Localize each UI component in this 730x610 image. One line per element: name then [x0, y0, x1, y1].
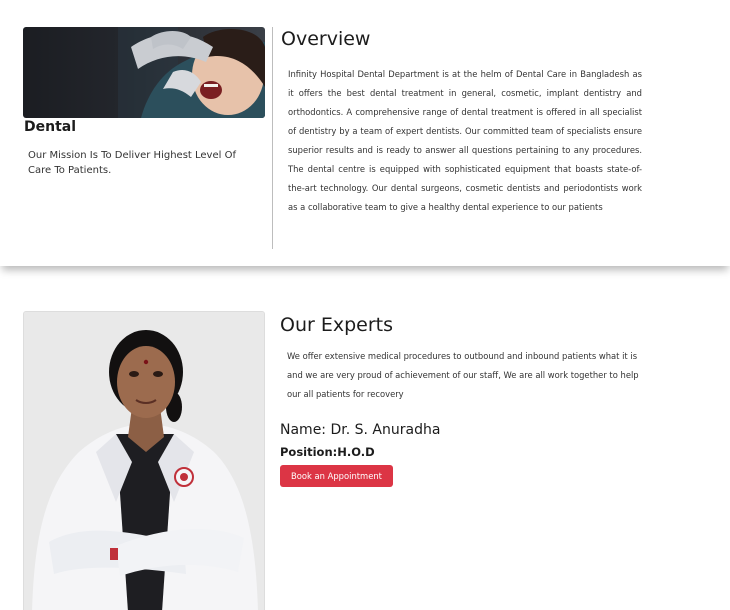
dental-treatment-image: [23, 27, 265, 118]
section-divider: [272, 27, 273, 249]
experts-title: Our Experts: [280, 314, 394, 336]
department-mission: Our Mission Is To Deliver Highest Level …: [28, 150, 236, 176]
department-name: Dental: [24, 119, 77, 135]
expert-name: Name: Dr. S. Anuradha: [280, 422, 441, 438]
overview-title: Overview: [281, 28, 371, 50]
department-overview-card: Dental Our Mission Is To Deliver Highest…: [0, 0, 730, 266]
expert-position: Position:H.O.D: [280, 445, 375, 459]
overview-paragraph: Infinity Hospital Dental Department is a…: [288, 69, 642, 212]
book-appointment-button[interactable]: Book an Appointment: [280, 465, 393, 487]
experts-paragraph: We offer extensive medical procedures to…: [287, 351, 639, 399]
doctor-photo: [23, 311, 265, 610]
